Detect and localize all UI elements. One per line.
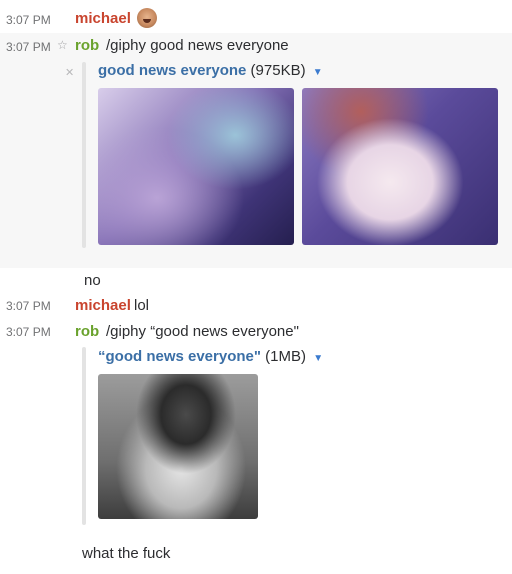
username[interactable]: michael: [75, 10, 131, 27]
file-size: (975KB): [250, 62, 306, 79]
avatar[interactable]: [137, 8, 157, 28]
file-size: (1MB): [265, 348, 307, 365]
message-text: /giphy good news everyone: [106, 37, 289, 54]
close-icon[interactable]: ✕: [65, 66, 74, 79]
message-text: /giphy “good news everyone": [106, 323, 299, 340]
attachment-title[interactable]: good news everyone (975KB) ▼: [98, 62, 323, 79]
timestamp[interactable]: 3:07 PM: [6, 299, 51, 313]
attachment-title[interactable]: “good news everyone" (1MB) ▼: [98, 348, 323, 365]
star-icon[interactable]: ☆: [57, 38, 68, 52]
gif-image[interactable]: [98, 88, 294, 245]
timestamp[interactable]: 3:07 PM: [6, 40, 51, 54]
timestamp[interactable]: 3:07 PM: [6, 13, 51, 27]
message-text: no: [84, 272, 101, 289]
caret-down-icon[interactable]: ▼: [313, 67, 323, 78]
gif-image[interactable]: [98, 374, 258, 519]
gif-image[interactable]: [302, 88, 498, 245]
username[interactable]: michael: [75, 297, 131, 314]
username[interactable]: rob: [75, 323, 99, 340]
caret-down-icon[interactable]: ▼: [313, 353, 323, 364]
message-text: lol: [134, 297, 150, 314]
username[interactable]: rob: [75, 37, 99, 54]
attachment-link[interactable]: “good news everyone": [98, 348, 261, 365]
message-text: what the fuck: [82, 545, 171, 562]
attachment-bar: [82, 62, 86, 248]
timestamp[interactable]: 3:07 PM: [6, 325, 51, 339]
attachment-link[interactable]: good news everyone: [98, 62, 246, 79]
attachment-bar: [82, 347, 86, 525]
